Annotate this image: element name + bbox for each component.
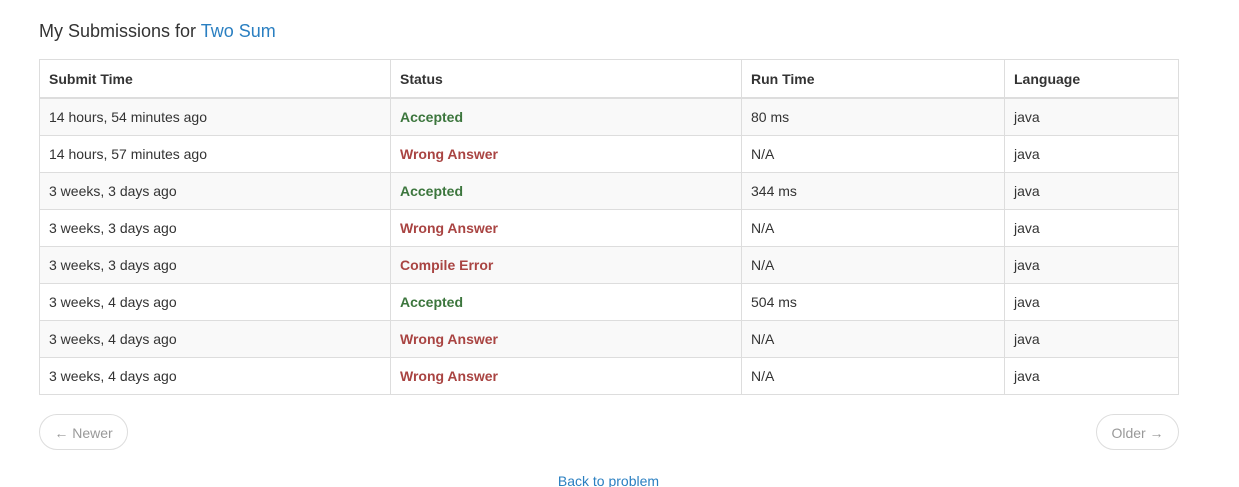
submissions-page: My Submissions for Two Sum Submit Time S…	[0, 0, 1239, 487]
language-cell: java	[1004, 97, 1179, 136]
table-row: 3 weeks, 4 days ago Wrong Answer N/A java	[39, 320, 1179, 358]
page-title: My Submissions for Two Sum	[39, 20, 276, 42]
table-row: 3 weeks, 3 days ago Accepted 344 ms java	[39, 172, 1179, 210]
run-time-cell: 80 ms	[741, 97, 1005, 136]
submit-time-cell: 14 hours, 57 minutes ago	[39, 135, 391, 173]
run-time-cell: N/A	[741, 209, 1005, 247]
run-time-cell: N/A	[741, 320, 1005, 358]
status-cell: Compile Error	[390, 246, 742, 284]
status-link[interactable]: Accepted	[400, 294, 463, 310]
page-title-prefix: My Submissions for	[39, 21, 197, 41]
status-cell: Accepted	[390, 172, 742, 210]
status-cell: Wrong Answer	[390, 320, 742, 358]
language-cell: java	[1004, 246, 1179, 284]
run-time-cell: N/A	[741, 246, 1005, 284]
table-row: 14 hours, 54 minutes ago Accepted 80 ms jav…	[39, 97, 1179, 136]
language-cell: java	[1004, 135, 1179, 173]
column-header-language: Language	[1004, 59, 1179, 99]
status-link[interactable]: Accepted	[400, 109, 463, 125]
language-cell: java	[1004, 283, 1179, 321]
submissions-table-wrapper: Submit Time Status Run Time Language 14 …	[39, 59, 1179, 395]
run-time-cell: 344 ms	[741, 172, 1005, 210]
table-row: 14 hours, 57 minutes ago Wrong Answer N/A j…	[39, 135, 1179, 173]
status-link[interactable]: Accepted	[400, 183, 463, 199]
column-header-run-time: Run Time	[741, 59, 1005, 99]
status-link[interactable]: Wrong Answer	[400, 331, 498, 347]
table-header-row: Submit Time Status Run Time Language	[39, 59, 1179, 99]
column-header-submit-time: Submit Time	[39, 59, 391, 99]
submissions-table: Submit Time Status Run Time Language 14 …	[39, 59, 1179, 395]
run-time-cell: N/A	[741, 135, 1005, 173]
run-time-cell: 504 ms	[741, 283, 1005, 321]
language-cell: java	[1004, 357, 1179, 395]
status-link[interactable]: Wrong Answer	[400, 368, 498, 384]
table-row: 3 weeks, 3 days ago Wrong Answer N/A java	[39, 209, 1179, 247]
status-cell: Accepted	[390, 97, 742, 136]
problem-link[interactable]: Two Sum	[201, 21, 276, 41]
status-cell: Wrong Answer	[390, 135, 742, 173]
run-time-cell: N/A	[741, 357, 1005, 395]
submit-time-cell: 14 hours, 54 minutes ago	[39, 97, 391, 136]
status-link[interactable]: Compile Error	[400, 257, 493, 273]
table-row: 3 weeks, 3 days ago Compile Error N/A java	[39, 246, 1179, 284]
status-cell: Wrong Answer	[390, 357, 742, 395]
language-cell: java	[1004, 320, 1179, 358]
status-cell: Wrong Answer	[390, 209, 742, 247]
submit-time-cell: 3 weeks, 3 days ago	[39, 172, 391, 210]
submit-time-cell: 3 weeks, 3 days ago	[39, 209, 391, 247]
column-header-status: Status	[390, 59, 742, 99]
language-cell: java	[1004, 172, 1179, 210]
older-button[interactable]: Older →	[1096, 414, 1179, 450]
submit-time-cell: 3 weeks, 4 days ago	[39, 357, 391, 395]
table-row: 3 weeks, 4 days ago Accepted 504 ms java	[39, 283, 1179, 321]
submit-time-cell: 3 weeks, 3 days ago	[39, 246, 391, 284]
status-link[interactable]: Wrong Answer	[400, 146, 498, 162]
status-link[interactable]: Wrong Answer	[400, 220, 498, 236]
newer-button[interactable]: ← Newer	[39, 414, 128, 450]
back-to-problem-link[interactable]: Back to problem	[0, 473, 1217, 487]
submit-time-cell: 3 weeks, 4 days ago	[39, 283, 391, 321]
status-cell: Accepted	[390, 283, 742, 321]
submit-time-cell: 3 weeks, 4 days ago	[39, 320, 391, 358]
language-cell: java	[1004, 209, 1179, 247]
table-row: 3 weeks, 4 days ago Wrong Answer N/A java	[39, 357, 1179, 395]
